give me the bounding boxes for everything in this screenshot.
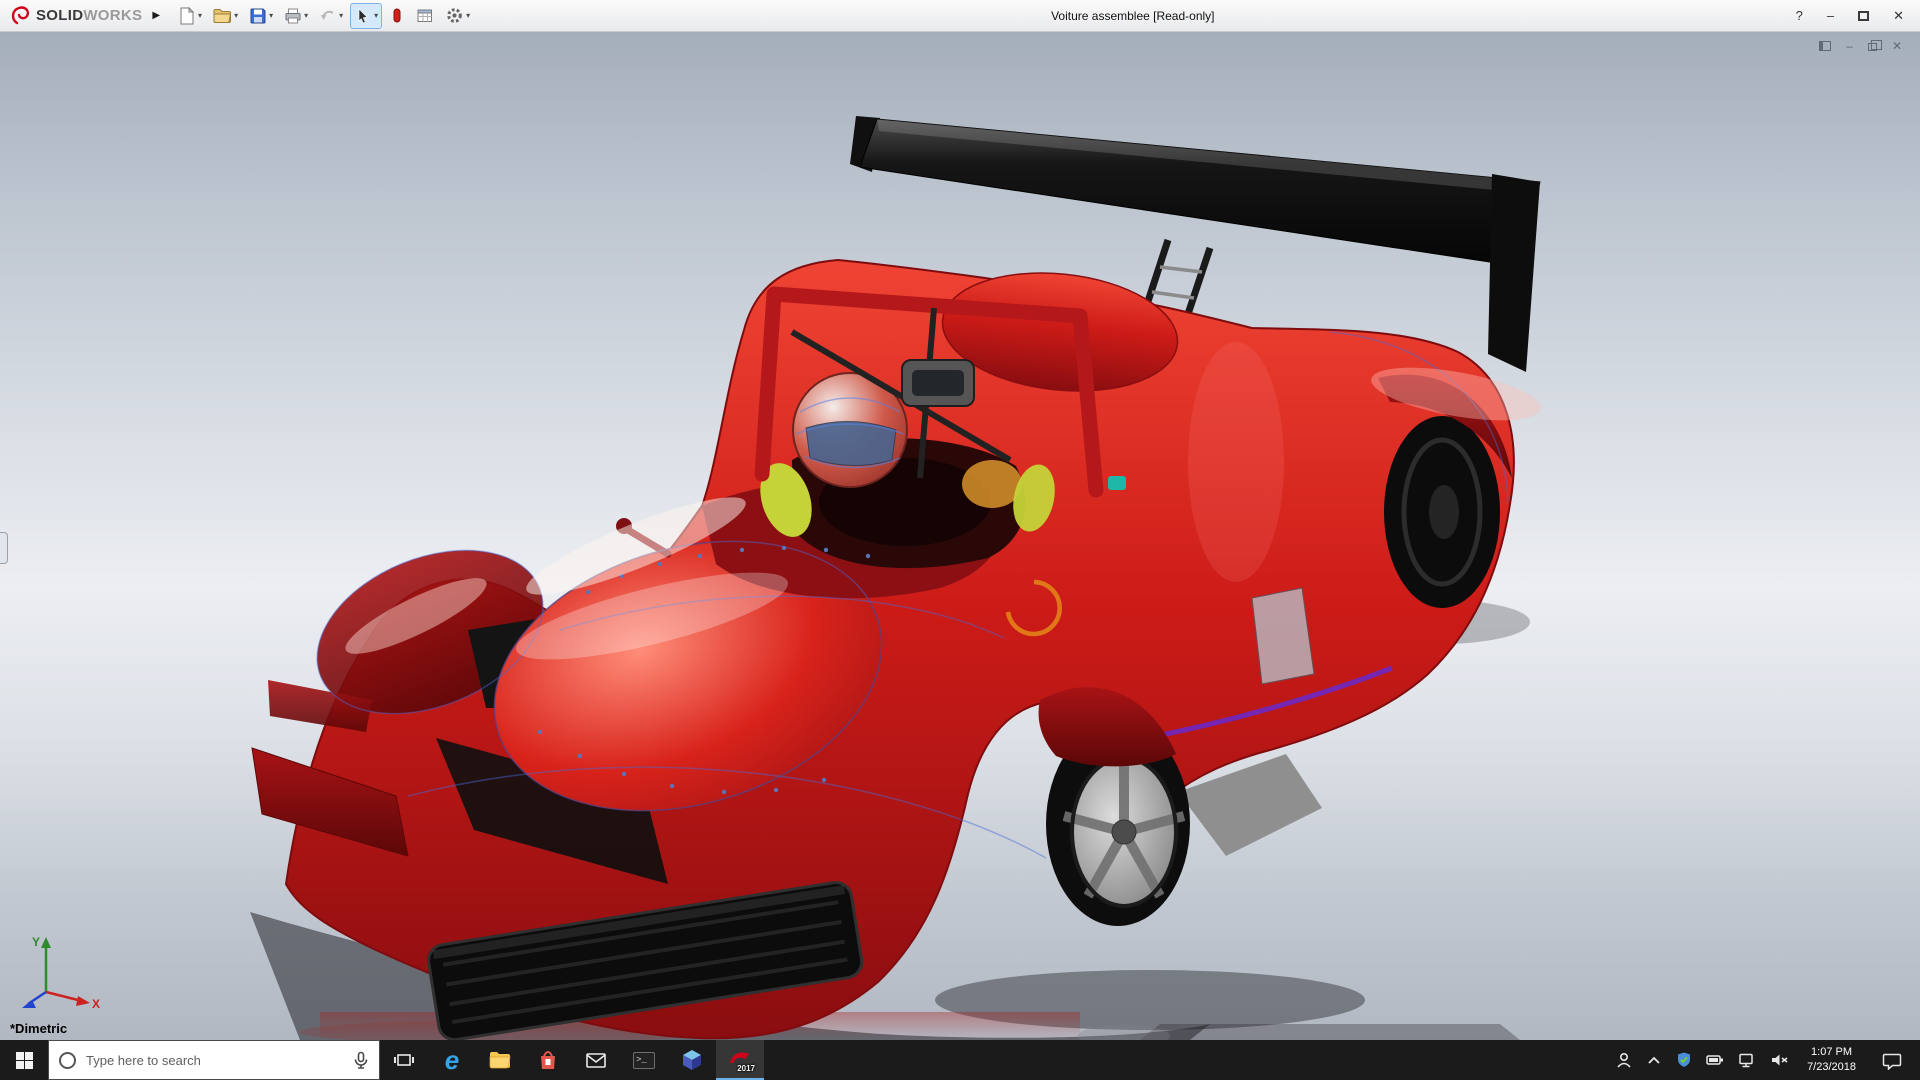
menu-flyout-arrow-icon[interactable]: ▶ xyxy=(152,10,160,21)
caret-icon: ▾ xyxy=(234,11,238,20)
logo-text: SOLIDWORKS xyxy=(36,7,142,25)
file-properties-icon xyxy=(416,7,434,25)
dassault-swirl-icon xyxy=(10,6,32,26)
file-explorer-icon xyxy=(488,1049,512,1071)
triad-y-label: Y xyxy=(32,935,40,949)
document-title: Voiture assemblee [Read-only] xyxy=(1051,9,1214,23)
solidworks-logo: SOLIDWORKS xyxy=(10,6,142,26)
solidworks-year-label: 2017 xyxy=(737,1064,755,1073)
windows-logo-icon xyxy=(16,1052,33,1069)
logo-solid: SOLID xyxy=(36,7,83,24)
open-button[interactable]: ▾ xyxy=(209,3,242,29)
viewport-3d[interactable]: – ✕ Y X *Dimetric xyxy=(0,32,1920,1040)
caret-icon: ▾ xyxy=(374,11,378,20)
window-controls: ? – ✕ xyxy=(1796,9,1920,22)
panel-splitter-handle[interactable] xyxy=(0,532,8,564)
taskbar-search[interactable] xyxy=(48,1040,380,1080)
taskbar-app-file-explorer[interactable] xyxy=(476,1040,524,1080)
minimize-button[interactable]: – xyxy=(1827,9,1834,22)
microphone-icon[interactable] xyxy=(353,1051,369,1069)
clock-time: 1:07 PM xyxy=(1807,1045,1856,1060)
caret-icon: ▾ xyxy=(466,11,470,20)
battery-icon[interactable] xyxy=(1705,1051,1725,1069)
action-center-icon xyxy=(1882,1051,1902,1070)
rebuild-icon xyxy=(389,7,405,25)
store-bag-icon xyxy=(536,1048,560,1072)
caret-icon: ▾ xyxy=(198,11,202,20)
select-cursor-icon xyxy=(354,7,372,25)
screen: SOLIDWORKS ▶ ▾ ▾ xyxy=(0,0,1920,1080)
caret-icon: ▾ xyxy=(304,11,308,20)
windows-taskbar: e >_ xyxy=(0,1040,1920,1080)
search-input[interactable] xyxy=(86,1053,343,1068)
options-button[interactable]: ▾ xyxy=(441,3,474,29)
open-folder-icon xyxy=(213,7,232,25)
save-floppy-icon xyxy=(249,7,267,25)
command-prompt-icon: >_ xyxy=(633,1052,655,1069)
help-button[interactable]: ? xyxy=(1796,9,1803,22)
taskbar-app-edge[interactable]: e xyxy=(428,1040,476,1080)
car-model-render xyxy=(0,32,1920,1040)
caret-icon: ▾ xyxy=(339,11,343,20)
standard-toolbar: ▾ ▾ ▾ xyxy=(174,3,474,29)
action-center-button[interactable] xyxy=(1872,1051,1912,1070)
gear-icon xyxy=(445,6,464,25)
security-shield-icon[interactable] xyxy=(1675,1051,1693,1069)
new-document-button[interactable]: ▾ xyxy=(174,3,206,29)
file-properties-button[interactable] xyxy=(412,3,438,29)
maximize-button[interactable] xyxy=(1858,11,1869,21)
view-orientation-label: *Dimetric xyxy=(10,1021,67,1036)
clock-date: 7/23/2018 xyxy=(1807,1060,1856,1075)
rebuild-button[interactable] xyxy=(385,3,409,29)
people-button[interactable] xyxy=(1615,1051,1633,1069)
triad-x-label: X xyxy=(92,997,100,1011)
orientation-triad: Y X xyxy=(12,930,104,1014)
document-window-controls: – ✕ xyxy=(1819,40,1902,52)
volume-muted-icon[interactable] xyxy=(1769,1051,1791,1069)
chevron-up-icon[interactable] xyxy=(1645,1053,1663,1067)
mail-envelope-icon xyxy=(584,1049,608,1071)
restore-document-button[interactable] xyxy=(1868,43,1877,51)
cube-3d-icon xyxy=(680,1048,704,1073)
taskbar-app-mail[interactable] xyxy=(572,1040,620,1080)
system-tray: 1:07 PM 7/23/2018 xyxy=(1607,1040,1920,1080)
new-document-icon xyxy=(178,7,196,25)
print-button[interactable]: ▾ xyxy=(280,3,312,29)
taskbar-app-store[interactable] xyxy=(524,1040,572,1080)
caret-icon: ▾ xyxy=(269,11,273,20)
task-view-icon xyxy=(393,1050,415,1070)
undo-button[interactable]: ▾ xyxy=(315,3,347,29)
minimize-document-button[interactable]: – xyxy=(1846,40,1853,52)
titlebar: SOLIDWORKS ▶ ▾ ▾ xyxy=(0,0,1920,32)
dock-pane-icon[interactable] xyxy=(1819,41,1831,51)
taskbar-app-solidworks[interactable]: 2017 xyxy=(716,1040,764,1080)
undo-icon xyxy=(319,7,337,25)
start-button[interactable] xyxy=(0,1040,48,1080)
print-icon xyxy=(284,7,302,25)
network-icon[interactable] xyxy=(1737,1051,1757,1069)
task-view-button[interactable] xyxy=(380,1040,428,1080)
taskbar-clock[interactable]: 1:07 PM 7/23/2018 xyxy=(1803,1045,1860,1075)
edge-icon: e xyxy=(445,1047,459,1073)
select-button[interactable]: ▾ xyxy=(350,3,382,29)
logo-works: WORKS xyxy=(83,7,142,24)
save-button[interactable]: ▾ xyxy=(245,3,277,29)
close-button[interactable]: ✕ xyxy=(1893,9,1904,22)
close-document-button[interactable]: ✕ xyxy=(1892,40,1902,52)
cortana-icon xyxy=(59,1052,76,1069)
solidworks-app-icon: 2017 xyxy=(727,1047,753,1071)
taskbar-app-command-prompt[interactable]: >_ xyxy=(620,1040,668,1080)
taskbar-app-cube-3d[interactable] xyxy=(668,1040,716,1080)
